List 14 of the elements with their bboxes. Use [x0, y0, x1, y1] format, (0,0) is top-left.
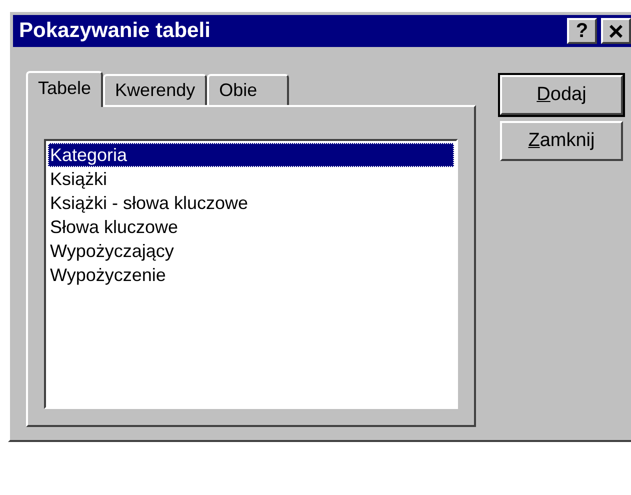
list-item[interactable]: Kategoria — [48, 143, 454, 167]
list-item[interactable]: Wypożyczenie — [48, 263, 454, 287]
dialog-button[interactable]: Dodaj — [500, 75, 623, 115]
list-item[interactable]: Słowa kluczowe — [48, 215, 454, 239]
list-item[interactable]: Książki — [48, 167, 454, 191]
tab[interactable]: Tabele — [26, 71, 104, 107]
window-title: Pokazywanie tabeli — [19, 18, 210, 44]
close-button[interactable]: × — [601, 18, 631, 44]
dialog-button[interactable]: Zamknij — [500, 121, 623, 161]
list-item[interactable]: Wypożyczający — [48, 239, 454, 263]
tab[interactable]: Obie — [207, 74, 290, 105]
help-button[interactable]: ? — [567, 18, 597, 44]
tab[interactable]: Kwerendy — [103, 74, 208, 105]
list-item[interactable]: Książki - słowa kluczowe — [48, 191, 454, 215]
